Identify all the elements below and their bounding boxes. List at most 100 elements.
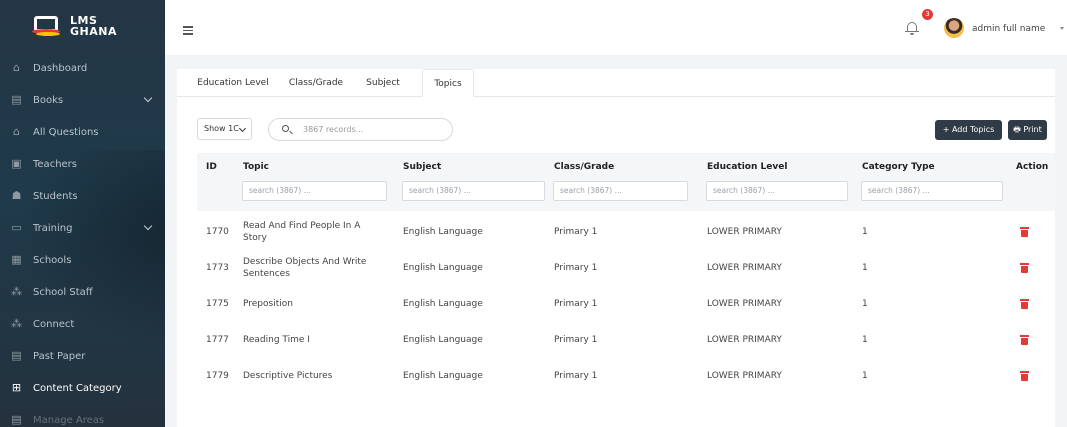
category-type-filter-input[interactable]: search (3867) ... bbox=[861, 181, 1003, 201]
column-header-class-grade: Class/Grade bbox=[554, 162, 615, 172]
sidebar-item-label: Books bbox=[33, 94, 64, 106]
sidebar-item-school-staff[interactable]: ⁂ School Staff bbox=[0, 276, 165, 308]
column-header-id: ID bbox=[206, 162, 217, 172]
sidebar-item-past-paper[interactable]: ▤ Past Paper bbox=[0, 340, 165, 372]
cell-topic: Describe Objects And Write Sentences bbox=[243, 257, 367, 279]
notification-badge: 3 bbox=[922, 9, 933, 20]
tab-education-level[interactable]: Education Level bbox=[193, 69, 273, 97]
map-icon: ▤ bbox=[11, 413, 22, 426]
sidebar-item-books[interactable]: ▤ Books bbox=[0, 84, 165, 116]
sidebar-nav: ⌂ Dashboard ▤ Books ⌂ All Questions ▣ Teachers ☗… bbox=[0, 52, 165, 427]
sidebar-item-content-category[interactable]: ⊞ Content Category bbox=[0, 372, 165, 404]
education-level-filter-input[interactable]: search (3867) ... bbox=[706, 181, 848, 201]
sidebar-item-teachers[interactable]: ▣ Teachers bbox=[0, 148, 165, 180]
cell-subject: English Language bbox=[403, 335, 483, 345]
cell-category-type: 1 bbox=[862, 263, 868, 273]
sidebar-item-label: Past Paper bbox=[33, 350, 86, 362]
sidebar-item-label: Schools bbox=[33, 254, 72, 266]
topic-filter-input[interactable]: search (3867) ... bbox=[242, 181, 387, 201]
delete-icon[interactable] bbox=[1020, 263, 1029, 273]
paper-icon: ▤ bbox=[11, 349, 22, 362]
cell-subject: English Language bbox=[403, 227, 483, 237]
sidebar-item-training[interactable]: ▭ Training bbox=[0, 212, 165, 244]
delete-icon[interactable] bbox=[1020, 227, 1029, 237]
cell-topic: Reading Time I bbox=[243, 335, 310, 345]
sidebar-item-label: Manage Areas bbox=[33, 414, 105, 426]
table-header: ID Topic Subject Class/Grade Education L… bbox=[197, 153, 1055, 211]
cell-subject: English Language bbox=[403, 263, 483, 273]
table-row: 1779 Descriptive Pictures English Language… bbox=[197, 358, 1055, 394]
delete-icon[interactable] bbox=[1020, 335, 1029, 345]
grid-icon: ⊞ bbox=[11, 381, 22, 394]
sidebar-item-dashboard[interactable]: ⌂ Dashboard bbox=[0, 52, 165, 84]
sidebar-item-manage-areas[interactable]: ▤ Manage Areas bbox=[0, 404, 165, 427]
cell-education-level: LOWER PRIMARY bbox=[707, 263, 782, 273]
sidebar-item-students[interactable]: ☗ Students bbox=[0, 180, 165, 212]
avatar[interactable] bbox=[944, 18, 964, 38]
cell-class-grade: Primary 1 bbox=[554, 371, 598, 381]
class-grade-filter-input[interactable]: search (3867) ... bbox=[553, 181, 688, 201]
page-size-label: Show 1C bbox=[204, 124, 239, 133]
search-placeholder: 3867 records... bbox=[303, 125, 364, 134]
cell-id: 1773 bbox=[206, 263, 229, 273]
cell-category-type: 1 bbox=[862, 371, 868, 381]
add-topics-button[interactable]: + Add Topics bbox=[935, 120, 1002, 140]
chevron-down-icon bbox=[143, 221, 153, 231]
sidebar-item-label: Dashboard bbox=[33, 62, 88, 74]
subject-filter-input[interactable]: search (3867) ... bbox=[402, 181, 545, 201]
column-header-education-level: Education Level bbox=[707, 162, 788, 172]
tab-topics[interactable]: Topics bbox=[422, 69, 474, 97]
sidebar-item-label: Connect bbox=[33, 318, 75, 330]
sidebar-item-label: Students bbox=[33, 190, 78, 202]
tab-class-grade[interactable]: Class/Grade bbox=[281, 69, 351, 97]
column-header-category-type: Category Type bbox=[862, 162, 935, 172]
column-header-topic: Topic bbox=[243, 162, 269, 172]
print-button[interactable]: 🖶 Print bbox=[1008, 120, 1047, 140]
caret-down-icon[interactable] bbox=[1060, 27, 1064, 30]
page-size-select[interactable]: Show 1C bbox=[197, 118, 252, 140]
cell-category-type: 1 bbox=[862, 335, 868, 345]
monitor-logo-icon bbox=[32, 16, 60, 36]
content-card: Education Level Class/Grade Subject Topi… bbox=[177, 69, 1055, 427]
sidebar-item-label: School Staff bbox=[33, 286, 93, 298]
brand-logo[interactable]: LMS GHANA bbox=[0, 0, 165, 52]
cell-id: 1770 bbox=[206, 227, 229, 237]
table-row: 1770 Read And Find People In A Story Engli… bbox=[197, 214, 1055, 250]
tab-subject[interactable]: Subject bbox=[363, 69, 403, 97]
cell-class-grade: Primary 1 bbox=[554, 263, 598, 273]
table-row: 1775 Preposition English Language Primary 1… bbox=[197, 286, 1055, 322]
sidebar-item-label: Training bbox=[33, 222, 73, 234]
search-input[interactable]: 3867 records... bbox=[268, 118, 453, 141]
user-menu[interactable]: admin full name bbox=[972, 24, 1045, 34]
top-bar: 3 admin full name bbox=[165, 0, 1067, 55]
cell-category-type: 1 bbox=[862, 299, 868, 309]
students-icon: ☗ bbox=[11, 189, 22, 202]
tab-bar: Education Level Class/Grade Subject Topi… bbox=[177, 69, 1055, 97]
home-icon: ⌂ bbox=[13, 125, 20, 138]
training-icon: ▭ bbox=[11, 221, 22, 234]
delete-icon[interactable] bbox=[1020, 299, 1029, 309]
cell-class-grade: Primary 1 bbox=[554, 335, 598, 345]
cell-id: 1779 bbox=[206, 371, 229, 381]
table-row: 1773 Describe Objects And Write Sentences… bbox=[197, 250, 1055, 286]
search-icon bbox=[282, 125, 289, 132]
chevron-down-icon bbox=[143, 93, 153, 103]
bell-icon[interactable] bbox=[905, 19, 919, 35]
sidebar-item-all-questions[interactable]: ⌂ All Questions bbox=[0, 116, 165, 148]
book-icon: ▤ bbox=[11, 93, 22, 106]
sidebar-item-connect[interactable]: ⁂ Connect bbox=[0, 308, 165, 340]
sidebar-item-label: Content Category bbox=[33, 382, 122, 394]
cell-topic: Preposition bbox=[243, 299, 293, 309]
cell-id: 1775 bbox=[206, 299, 229, 309]
menu-toggle-icon[interactable] bbox=[183, 26, 193, 37]
sidebar-item-label: Teachers bbox=[33, 158, 77, 170]
cell-education-level: LOWER PRIMARY bbox=[707, 371, 782, 381]
main-content: Education Level Class/Grade Subject Topi… bbox=[165, 55, 1067, 427]
sidebar: LMS GHANA ⌂ Dashboard ▤ Books ⌂ All Questions… bbox=[0, 0, 165, 427]
connect-icon: ⁂ bbox=[11, 317, 22, 330]
cell-topic: Read And Find People In A Story bbox=[243, 221, 361, 243]
delete-icon[interactable] bbox=[1020, 371, 1029, 381]
school-icon: ▦ bbox=[11, 253, 22, 266]
sidebar-item-schools[interactable]: ▦ Schools bbox=[0, 244, 165, 276]
cell-education-level: LOWER PRIMARY bbox=[707, 299, 782, 309]
